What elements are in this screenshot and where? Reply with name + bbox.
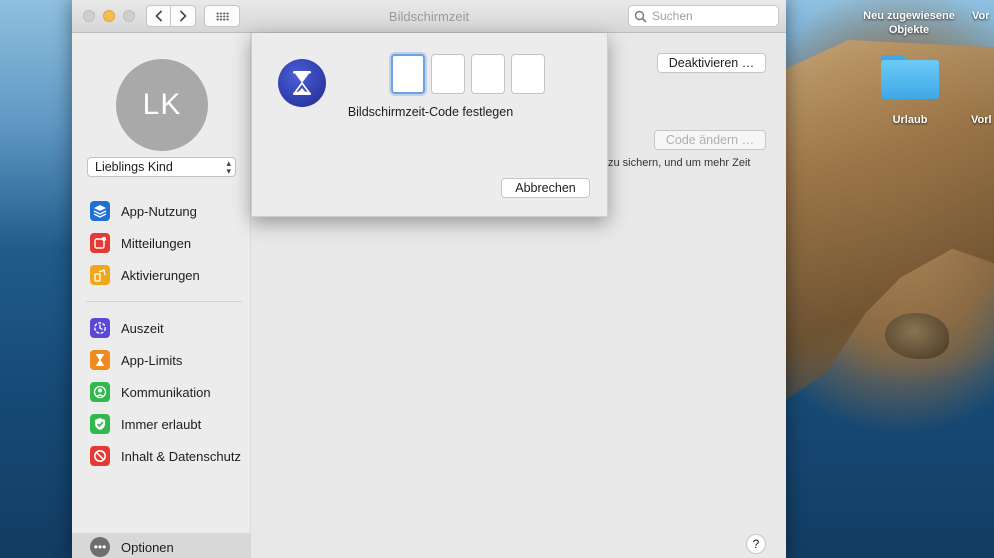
- sidebar-item-label: Auszeit: [121, 320, 164, 336]
- wallpaper-rock: [885, 313, 949, 359]
- passcode-digit-3[interactable]: [471, 54, 505, 94]
- search-placeholder: Suchen: [652, 9, 693, 23]
- sidebar-item-label: Mitteilungen: [121, 235, 192, 251]
- sidebar-item-always-allowed[interactable]: Immer erlaubt: [90, 412, 250, 436]
- sidebar: LK Lieblings Kind ▴ ▾ App-Nutzung Mitteil…: [72, 33, 251, 558]
- passcode-digit-4[interactable]: [511, 54, 545, 94]
- passcode-prompt-label: Bildschirmzeit-Code festlegen: [347, 105, 514, 119]
- sidebar-item-label: Optionen: [121, 539, 174, 555]
- desktop-item-label: Vor: [972, 10, 990, 22]
- sidebar-separator: [86, 301, 242, 302]
- passcode-digit-1[interactable]: [391, 54, 425, 94]
- sidebar-item-app-usage[interactable]: App-Nutzung: [90, 199, 250, 223]
- downtime-icon: [90, 318, 110, 338]
- sidebar-item-label: App-Limits: [121, 352, 183, 368]
- deactivate-button[interactable]: Deaktivieren …: [657, 53, 766, 73]
- options-description-text: zu sichern, und um mehr Zeit: [608, 157, 751, 169]
- restriction-icon: [90, 446, 110, 466]
- sidebar-item-downtime[interactable]: Auszeit: [90, 316, 250, 340]
- search-icon: [634, 10, 647, 23]
- sidebar-item-label: Aktivierungen: [121, 267, 200, 283]
- up-down-arrows-icon: ▴ ▾: [226, 158, 231, 176]
- sidebar-item-notifications[interactable]: Mitteilungen: [90, 231, 250, 255]
- user-popup-button[interactable]: Lieblings Kind ▴ ▾: [87, 157, 236, 177]
- more-options-icon: •••: [90, 537, 110, 557]
- passcode-digit-2[interactable]: [431, 54, 465, 94]
- cancel-button[interactable]: Abbrechen: [501, 178, 590, 198]
- desktop-item-label: Neu zugewiesene Objekte: [863, 10, 955, 36]
- layers-icon: [90, 201, 110, 221]
- sidebar-item-communication[interactable]: Kommunikation: [90, 380, 250, 404]
- help-button[interactable]: ?: [746, 534, 766, 554]
- user-selected-value: Lieblings Kind: [95, 160, 173, 174]
- desktop-item-reassigned[interactable]: Neu zugewiesene Objekte: [852, 9, 966, 37]
- desktop-folder-label: Urlaub: [892, 114, 928, 126]
- pickup-icon: [90, 265, 110, 285]
- notification-icon: [90, 233, 110, 253]
- hourglass-icon: [90, 350, 110, 370]
- title-bar[interactable]: Bildschirmzeit Suchen: [72, 0, 786, 33]
- folder-icon[interactable]: [881, 55, 939, 99]
- sidebar-item-content-privacy[interactable]: Inhalt & Datenschutz: [90, 444, 250, 468]
- desktop-item-partial[interactable]: Vor: [972, 9, 994, 23]
- passcode-input-group: [391, 54, 551, 94]
- checkmark-icon: [90, 414, 110, 434]
- search-field[interactable]: Suchen: [628, 5, 779, 27]
- sidebar-item-label: Immer erlaubt: [121, 416, 202, 432]
- screen-time-hourglass-icon: [278, 59, 326, 107]
- contact-icon: [90, 382, 110, 402]
- change-code-button[interactable]: Code ändern …: [654, 130, 766, 150]
- passcode-sheet: Bildschirmzeit-Code festlegen Abbrechen: [251, 33, 608, 217]
- sidebar-item-label: Inhalt & Datenschutz: [121, 448, 241, 464]
- avatar: LK: [116, 59, 208, 151]
- sidebar-item-label: App-Nutzung: [121, 203, 197, 219]
- sidebar-item-label: Kommunikation: [121, 384, 211, 400]
- desktop-item-partial-2[interactable]: Vorl: [971, 113, 994, 127]
- avatar-initials: LK: [142, 88, 182, 121]
- sidebar-item-pickups[interactable]: Aktivierungen: [90, 263, 250, 287]
- sidebar-item-options[interactable]: ••• Optionen: [72, 533, 251, 558]
- sidebar-item-app-limits[interactable]: App-Limits: [90, 348, 250, 372]
- desktop-item-label: Vorl: [971, 114, 992, 126]
